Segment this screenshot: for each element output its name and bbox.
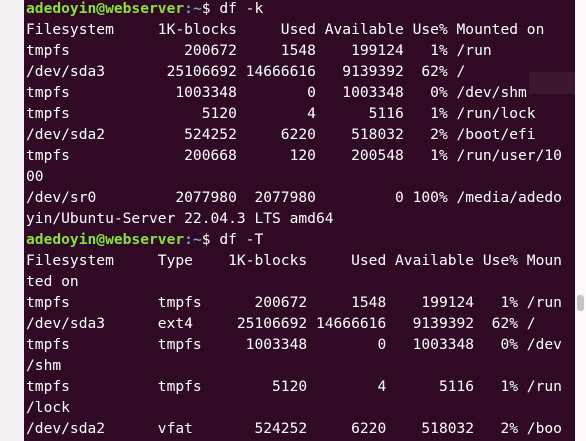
output-line: tmpfs tmpfs 200672 1548 199124 1% /run (26, 294, 562, 311)
prompt-user-host: adedoyin@webserver (26, 231, 185, 248)
scrollbar-thumb[interactable] (577, 295, 584, 311)
output-line: tmpfs 5120 4 5116 1% /run/lock (26, 105, 536, 122)
prompt-symbol: $ (201, 0, 211, 17)
command-text: df -k (219, 0, 264, 17)
prompt-user-host: adedoyin@webserver (26, 0, 185, 17)
output-line: /dev/sr0 2077980 2077980 0 100% /media/a… (26, 189, 562, 206)
output-line: tmpfs 200668 120 200548 1% /run/user/10 (26, 147, 562, 164)
prompt-path: :~ (184, 231, 202, 248)
prompt-line: adedoyin@webserver:~$ df -k (26, 0, 263, 19)
output-line: /lock (26, 399, 70, 416)
scrollbar[interactable] (575, 0, 586, 441)
terminal-window[interactable]: adedoyin@webserver:~$ df -k Filesystem 1… (24, 0, 575, 441)
output-line: /shm (26, 357, 62, 374)
prompt-line: adedoyin@webserver:~$ df -T (26, 229, 263, 250)
output-line: 00 (26, 168, 44, 185)
left-window-edge (0, 0, 24, 441)
output-line: tmpfs 200672 1548 199124 1% /run (26, 42, 492, 59)
command-text: df -T (219, 231, 264, 248)
prompt-symbol: $ (201, 231, 211, 248)
output-line: tmpfs 1003348 0 1003348 0% /dev/shm (26, 84, 527, 101)
output-line: /dev/sda3 25106692 14666616 9139392 62% … (26, 63, 466, 80)
output-line: /dev/sda2 524252 6220 518032 2% /boot/ef… (26, 126, 536, 143)
output-line: tmpfs tmpfs 1003348 0 1003348 0% /dev (26, 336, 562, 353)
output-header-line: Filesystem Type 1K-blocks Used Available… (26, 252, 562, 269)
output-line: ted on (26, 273, 79, 290)
prompt-path: :~ (184, 0, 202, 17)
output-header-line: Filesystem 1K-blocks Used Available Use%… (26, 21, 545, 38)
output-line: tmpfs tmpfs 5120 4 5116 1% /run (26, 378, 562, 395)
output-line: yin/Ubuntu-Server 22.04.3 LTS amd64 (26, 210, 334, 227)
output-line: /dev/sda2 vfat 524252 6220 518032 2% /bo… (26, 420, 562, 437)
output-line: /dev/sda3 ext4 25106692 14666616 9139392… (26, 315, 536, 332)
